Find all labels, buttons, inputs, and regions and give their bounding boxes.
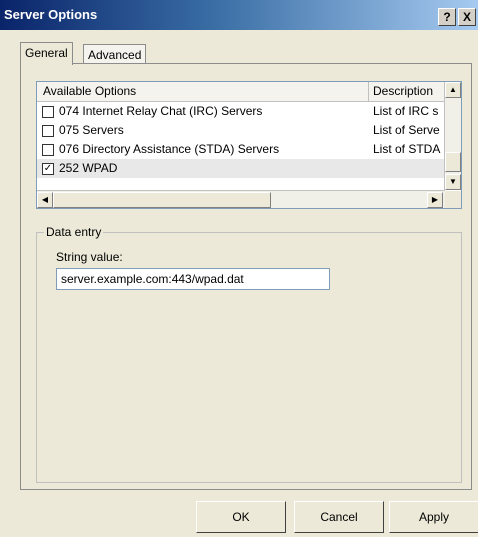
option-checkbox-076[interactable] bbox=[42, 144, 54, 156]
scroll-down-icon[interactable]: ▼ bbox=[445, 174, 461, 190]
tab-advanced[interactable]: Advanced bbox=[83, 44, 147, 65]
apply-button[interactable]: Apply bbox=[389, 501, 478, 533]
option-name-252: 252 WPAD bbox=[59, 161, 118, 175]
tab-general-label: General bbox=[25, 46, 68, 60]
scroll-left-icon[interactable]: ◀ bbox=[37, 192, 53, 208]
list-header: Available Options Description bbox=[37, 82, 445, 102]
window-title: Server Options bbox=[4, 7, 98, 22]
option-checkbox-074[interactable] bbox=[42, 106, 54, 118]
option-row-076[interactable]: 076 Directory Assistance (STDA) Servers … bbox=[37, 140, 445, 159]
column-header-available-options[interactable]: Available Options bbox=[37, 82, 369, 101]
option-description-075: List of Serve bbox=[373, 123, 440, 137]
cancel-button[interactable]: Cancel bbox=[294, 501, 384, 533]
vertical-scrollbar[interactable]: ▲ ▼ bbox=[444, 82, 461, 190]
option-checkbox-252[interactable]: ✓ bbox=[42, 163, 54, 175]
tab-general[interactable]: General bbox=[20, 42, 73, 65]
column-header-description[interactable]: Description bbox=[367, 82, 445, 101]
option-row-074[interactable]: 074 Internet Relay Chat (IRC) Servers Li… bbox=[37, 102, 445, 121]
close-button[interactable]: X bbox=[458, 8, 476, 26]
horizontal-scrollbar[interactable]: ◀ ▶ bbox=[37, 190, 445, 208]
tab-advanced-label: Advanced bbox=[88, 48, 142, 62]
scrollbar-corner bbox=[445, 191, 461, 208]
scroll-right-icon[interactable]: ▶ bbox=[427, 192, 443, 208]
help-button[interactable]: ? bbox=[438, 8, 456, 26]
option-description-076: List of STDA bbox=[373, 142, 441, 156]
vertical-scroll-thumb[interactable] bbox=[445, 152, 461, 172]
option-row-252[interactable]: ✓ 252 WPAD bbox=[37, 159, 445, 178]
option-checkbox-075[interactable] bbox=[42, 125, 54, 137]
option-row-075[interactable]: 075 Servers List of Serve bbox=[37, 121, 445, 140]
string-value-label: String value: bbox=[56, 250, 123, 264]
string-value-input[interactable] bbox=[56, 268, 330, 290]
scroll-up-icon[interactable]: ▲ bbox=[445, 82, 461, 98]
option-description-074: List of IRC s bbox=[373, 104, 439, 118]
title-bar: Server Options ? X bbox=[0, 0, 478, 30]
option-name-076: 076 Directory Assistance (STDA) Servers bbox=[59, 142, 280, 156]
ok-button[interactable]: OK bbox=[196, 501, 286, 533]
option-name-074: 074 Internet Relay Chat (IRC) Servers bbox=[59, 104, 263, 118]
option-name-075: 075 Servers bbox=[59, 123, 124, 137]
data-entry-group-label: Data entry bbox=[44, 225, 104, 239]
horizontal-scroll-thumb[interactable] bbox=[53, 192, 271, 208]
options-list[interactable]: Available Options Description 074 Intern… bbox=[36, 81, 462, 209]
